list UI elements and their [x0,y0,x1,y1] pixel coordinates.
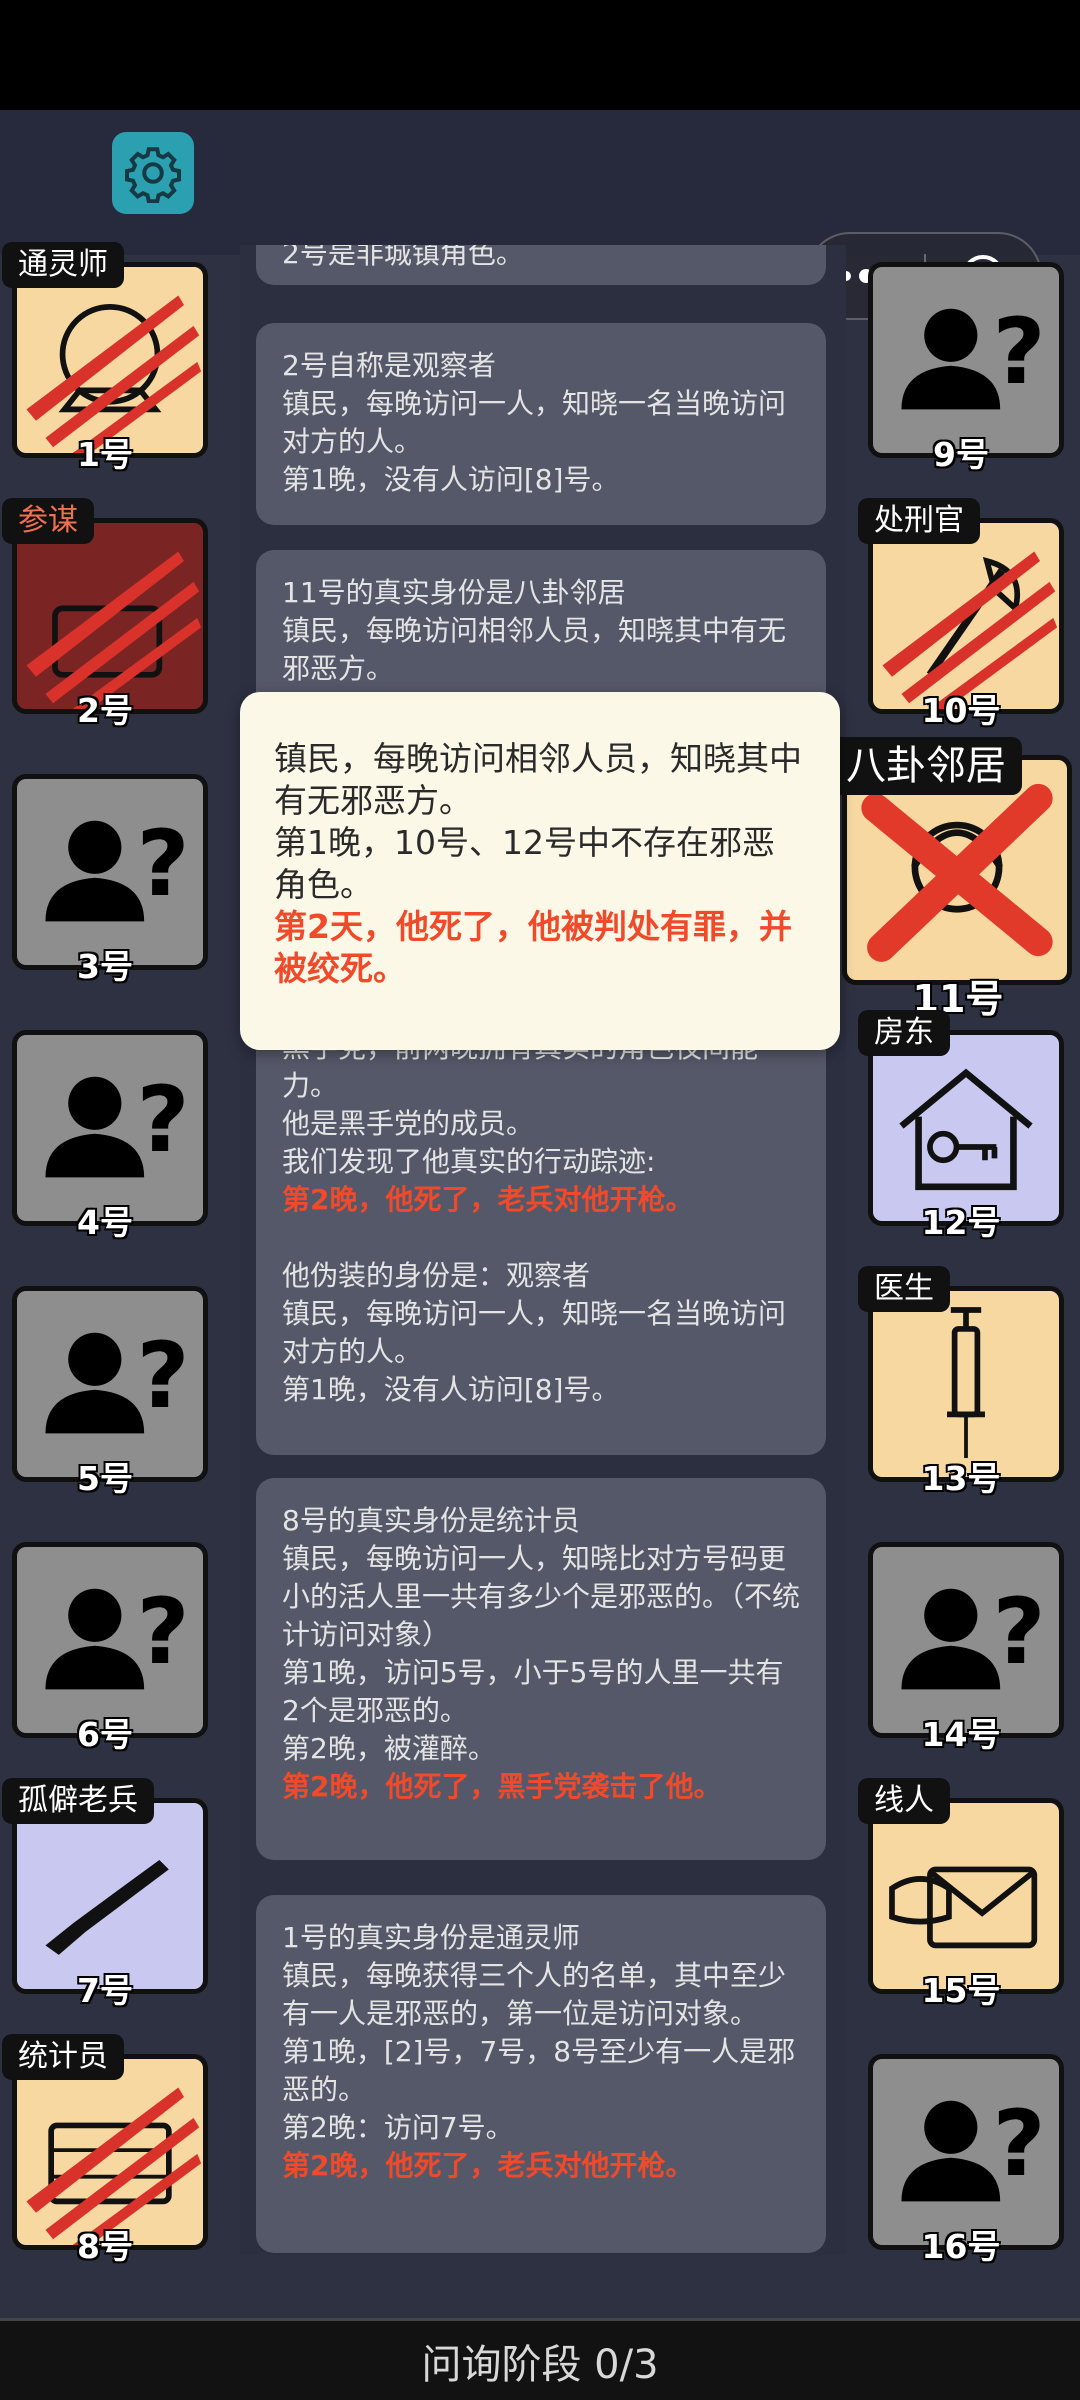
player-slot-8[interactable]: 统计员 8号 [2,2034,208,2266]
player-number: 13号 [921,1459,1001,1498]
role-tag: 线人 [858,1778,950,1824]
gear-icon [125,147,181,203]
log-text: 第2晚，被灌醉。 [282,1732,496,1765]
log-text: 8号的真实身份是统计员 [282,1504,580,1537]
role-tag: 八卦邻居 [830,737,1022,795]
player-slot-15[interactable]: 线人 15号 [858,1778,1064,2010]
player-number: 5号 [77,1459,133,1498]
unknown-person-icon [901,2090,1046,2202]
log-text: 第1晚，访问5号，小于5号的人里一共有2个是邪恶的。 [282,1656,784,1727]
player-slot-7[interactable]: 孤僻老兵 7号 [2,1778,208,2010]
player-slot-9[interactable]: 9号 [858,252,1064,474]
role-tag: 通灵师 [2,242,124,288]
log-text: 镇民，每晚访问一人，知晓一名当晚访问对方的人。 [282,1297,787,1368]
popup-text: 镇民，每晚访问相邻人员，知晓其中有无邪恶方。 [274,739,802,820]
log-card: 1号的真实身份是通灵师 镇民，每晚获得三个人的名单，其中至少有一人是邪恶的，第一… [256,1895,826,2253]
role-tag: 医生 [858,1266,950,1312]
status-bar [0,0,1080,110]
player-number: 4号 [77,1203,133,1242]
role-tag: 统计员 [2,2034,124,2080]
phase-bar[interactable]: 问询阶段 0/3 [0,2318,1080,2400]
player-slot-3[interactable]: 3号 [2,764,208,986]
player-number: 10号 [921,691,1001,730]
abacus-icon [26,2087,202,2245]
log-text: 镇民，每晚获得三个人的名单，其中至少有一人是邪恶的，第一位是访问对象。 [282,1959,787,2030]
unknown-person-icon [45,1578,190,1690]
player-slot-11[interactable]: 八卦邻居 11号 [830,737,1078,1021]
log-text: 他是黑手党的成员。 [282,1107,535,1140]
log-death-text: 第2晚，他死了，黑手党袭击了他。 [282,1770,722,1803]
player-number: 1号 [77,435,133,474]
player-number: 3号 [77,947,133,986]
player-slot-5[interactable]: 5号 [2,1276,208,1498]
log-text: 镇民，每晚访问一人，知晓比对方号码更小的活人里一共有多少个是邪恶的。（不统计访问… [282,1542,801,1651]
log-card: 2号自称是观察者 镇民，每晚访问一人，知晓一名当晚访问对方的人。 第1晚，没有人… [256,323,826,525]
player-slot-10[interactable]: 处刑官 10号 [858,498,1064,730]
game-log-panel[interactable]: 2号是非城镇角色。 2号自称是观察者 镇民，每晚访问一人，知晓一名当晚访问对方的… [240,245,846,2255]
rifle-icon [45,1859,169,1955]
player-number: 14号 [921,1715,1001,1754]
player-slot-1[interactable]: 通灵师 1号 [2,242,208,474]
player-number: 16号 [921,2227,1001,2266]
envelope-icon [889,1866,1038,1949]
log-text: 第1晚，没有人访问[8]号。 [282,463,620,496]
log-text: 第1晚，没有人访问[8]号。 [282,1373,620,1406]
unknown-person-icon [45,1322,190,1434]
unknown-person-icon [45,810,190,922]
player-number: 7号 [77,1971,133,2010]
syringe-icon [947,1307,985,1459]
unknown-person-icon [901,298,1046,410]
role-tag: 处刑官 [858,498,980,544]
log-text: 镇民，每晚访问相邻人员，知晓其中有无邪恶方。 [282,614,787,685]
popup-death-text: 第2天，他死了，他被判处有罪，并被绞死。 [274,907,792,988]
log-death-text: 第2晚，他死了，老兵对他开枪。 [282,2149,694,2182]
player-number: 9号 [933,435,989,474]
player-number: 15号 [921,1971,1001,2010]
log-text: 第2晚：访问7号。 [282,2111,514,2144]
player-slot-12[interactable]: 房东 12号 [858,1010,1064,1242]
settings-button[interactable] [112,132,194,214]
player-slot-2[interactable]: 参谋 2号 [2,498,208,730]
log-text: 我们发现了他真实的行动踪迹: [282,1145,656,1178]
log-text: 镇民，每晚访问一人，知晓一名当晚访问对方的人。 [282,387,787,458]
log-spacer [282,1219,800,1257]
log-text: 2号自称是观察者 [282,349,496,382]
log-text: 2号是非城镇角色。 [282,245,524,270]
role-info-popup[interactable]: 镇民，每晚访问相邻人员，知晓其中有无邪恶方。 第1晚，10号、12号中不存在邪恶… [240,692,840,1050]
unknown-person-icon [901,1578,1046,1690]
axe-icon [882,551,1058,709]
popup-text: 第1晚，10号、12号中不存在邪恶角色。 [274,823,775,904]
log-text: 第1晚，[2]号，7号，8号至少有一人是邪恶的。 [282,2035,796,2106]
role-tag: 房东 [858,1010,950,1056]
player-slot-13[interactable]: 医生 13号 [858,1266,1064,1498]
player-number: 6号 [77,1715,133,1754]
player-slot-4[interactable]: 4号 [2,1020,208,1242]
player-number: 8号 [77,2227,133,2266]
player-slot-14[interactable]: 14号 [858,1532,1064,1754]
log-card: 2号是非城镇角色。 [256,245,826,285]
role-tag: 孤僻老兵 [2,1778,154,1824]
role-tag: 参谋 [2,498,94,544]
player-number: 2号 [77,691,133,730]
briefcase-icon [26,551,202,709]
log-card: 黑手党，前两晚拥有真实的角色夜间能力。 他是黑手党的成员。 我们发现了他真实的行… [256,1005,826,1455]
log-text: 他伪装的身份是：观察者 [282,1259,591,1292]
player-number: 12号 [921,1203,1001,1242]
crystal-ball-icon [26,295,202,453]
log-death-text: 第2晚，他死了，老兵对他开枪。 [282,1183,694,1216]
player-slot-16[interactable]: 16号 [858,2044,1064,2266]
phase-label: 问询阶段 0/3 [421,2341,659,2388]
log-text: 1号的真实身份是通灵师 [282,1921,580,1954]
house-key-icon [899,1068,1033,1191]
unknown-person-icon [45,1066,190,1178]
log-text: 11号的真实身份是八卦邻居 [282,576,626,609]
log-card: 8号的真实身份是统计员 镇民，每晚访问一人，知晓比对方号码更小的活人里一共有多少… [256,1478,826,1860]
player-slot-6[interactable]: 6号 [2,1532,208,1754]
